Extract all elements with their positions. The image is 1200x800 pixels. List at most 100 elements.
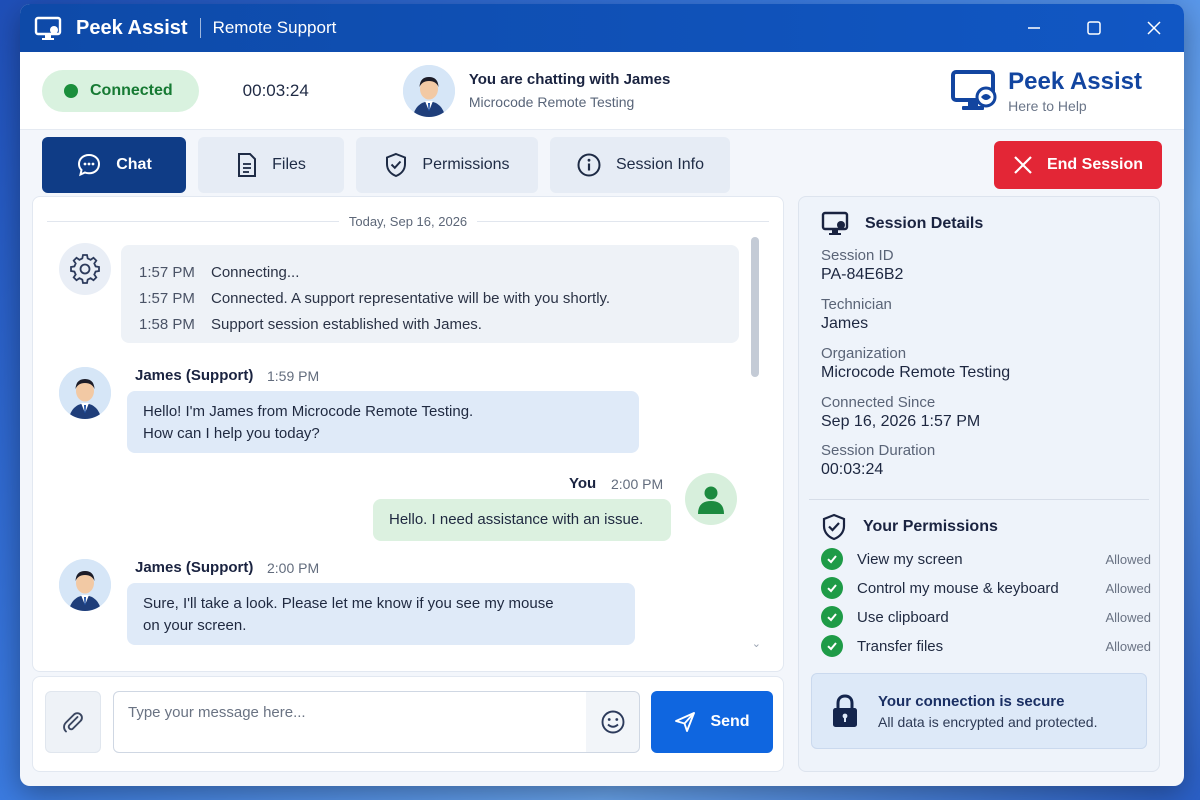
maximize-button[interactable]	[1064, 4, 1124, 52]
app-window: Peek Assist Remote Support Connected 00:…	[20, 4, 1184, 786]
scroll-thumb[interactable]	[751, 237, 759, 377]
window-controls	[1004, 4, 1184, 52]
monitor-icon	[821, 211, 849, 235]
technician-avatar	[402, 64, 455, 117]
end-session-button[interactable]: End Session	[994, 141, 1162, 189]
message-input[interactable]	[113, 691, 587, 753]
system-event-time: 1:57 PM	[139, 263, 195, 281]
tab-permissions-label: Permissions	[422, 156, 510, 173]
close-button[interactable]	[1124, 4, 1184, 52]
detail-label: Session Duration	[821, 442, 936, 459]
detail-connected-since: Connected Since Sep 16, 2026 1:57 PM	[821, 394, 980, 431]
check-icon	[821, 606, 843, 628]
detail-value: 00:03:24	[821, 461, 884, 478]
message-sender: James (Support)	[135, 559, 254, 576]
tab-chat[interactable]: Chat	[42, 137, 186, 193]
session-details-title: Session Details	[865, 215, 984, 232]
system-event-text: Support session established with James.	[211, 315, 482, 333]
brand-logo: Peek Assist Here to Help	[950, 68, 1142, 114]
message-composer: Send	[32, 676, 784, 772]
tab-permissions[interactable]: Permissions	[356, 137, 538, 193]
detail-session-id: Session ID PA-84E6B2	[821, 247, 903, 284]
message-time: 2:00 PM	[611, 476, 664, 492]
detail-value: Microcode Remote Testing	[821, 364, 1011, 381]
status-dot-icon	[64, 83, 78, 98]
tab-files[interactable]: Files	[198, 137, 344, 193]
permission-label: View my screen	[857, 550, 963, 568]
send-button[interactable]: Send	[651, 691, 773, 753]
brand-name: Peek Assist	[1008, 67, 1142, 95]
tab-session-info-label: Session Info	[615, 156, 705, 173]
session-details-header: Session Details	[821, 211, 983, 237]
chat-scrollbar[interactable]	[751, 237, 759, 649]
session-timer: 00:03:24	[242, 80, 309, 100]
title-bar: Peek Assist Remote Support	[20, 4, 1184, 52]
permissions-title: Your Permissions	[863, 518, 998, 535]
maximize-icon	[1087, 21, 1101, 35]
connection-status-badge: Connected	[42, 69, 199, 112]
detail-label: Connected Since	[821, 394, 936, 411]
tab-files-label: Files	[272, 156, 306, 173]
tab-session-info[interactable]: Session Info	[550, 137, 730, 193]
secure-connection-notice: Your connection is secure All data is en…	[811, 673, 1147, 749]
scroll-down-icon[interactable]: ⌄	[752, 637, 761, 650]
message-sender: You	[569, 475, 597, 492]
connection-status-label: Connected	[90, 81, 173, 99]
message-sender: James (Support)	[135, 367, 254, 384]
permission-label: Transfer files	[857, 637, 944, 655]
chat-partner-info: You are chatting with James Microcode Re…	[402, 64, 671, 117]
system-event: 1:57 PM Connecting...	[139, 259, 721, 285]
chat-panel: Today, Sep 16, 2026 1:57 PM Connecting..…	[32, 196, 784, 672]
permission-label: Control my mouse & keyboard	[857, 579, 1059, 597]
permission-item: Use clipboard Allowed	[821, 606, 1151, 628]
secure-title: Your connection is secure	[878, 692, 1065, 710]
panel-divider	[809, 499, 1149, 500]
detail-label: Organization	[821, 345, 907, 362]
end-session-label: End Session	[1046, 156, 1144, 173]
message-bubble: Hello! I'm James from Microcode Remote T…	[127, 391, 639, 453]
permission-status: Allowed	[1105, 551, 1151, 567]
detail-value: Sep 16, 2026 1:57 PM	[821, 413, 981, 430]
message-bubble: Hello. I need assistance with an issue.	[373, 499, 671, 541]
smiley-icon	[601, 710, 624, 734]
message-text: How can I help you today?	[143, 425, 320, 442]
attach-button[interactable]	[45, 691, 101, 753]
emoji-button[interactable]	[586, 691, 640, 753]
title-separator	[199, 18, 201, 38]
user-avatar	[685, 473, 737, 525]
secure-subtitle: All data is encrypted and protected.	[878, 713, 1098, 730]
session-side-panel: Session Details Session ID PA-84E6B2 Tec…	[798, 196, 1160, 772]
monitor-icon	[34, 16, 62, 40]
detail-value: James	[821, 315, 869, 332]
tab-bar: Chat Files Permissions Session Info End …	[20, 130, 1184, 200]
chatting-with-text: You are chatting with James	[468, 71, 671, 88]
check-icon	[821, 548, 843, 570]
shield-icon	[822, 513, 846, 541]
app-subtitle: Remote Support	[212, 18, 337, 37]
main-content: Today, Sep 16, 2026 1:57 PM Connecting..…	[32, 196, 1174, 778]
check-icon	[821, 635, 843, 657]
chat-date: Today, Sep 16, 2026	[348, 213, 468, 229]
tab-chat-label: Chat	[116, 156, 152, 173]
message-time: 2:00 PM	[267, 560, 320, 576]
permission-item: Transfer files Allowed	[821, 635, 1151, 657]
system-event: 1:58 PM Support session established with…	[139, 311, 721, 337]
send-icon	[675, 712, 696, 732]
system-gear-avatar	[59, 243, 111, 295]
permission-status: Allowed	[1105, 609, 1151, 625]
permission-item: Control my mouse & keyboard Allowed	[821, 577, 1151, 599]
detail-label: Technician	[821, 296, 892, 313]
technician-message-avatar	[59, 559, 111, 611]
message-bubble: Sure, I'll take a look. Please let me kn…	[127, 583, 635, 645]
message-time: 1:59 PM	[267, 368, 320, 384]
detail-label: Session ID	[821, 247, 894, 264]
file-icon	[238, 153, 257, 177]
send-label: Send	[710, 713, 750, 730]
minimize-button[interactable]	[1004, 4, 1064, 52]
close-icon	[1147, 21, 1161, 35]
status-header: Connected 00:03:24 You are chatting with…	[20, 52, 1184, 130]
info-icon	[577, 153, 601, 177]
chat-icon	[78, 153, 101, 177]
permission-item: View my screen Allowed	[821, 548, 1151, 570]
permissions-header: Your Permissions	[821, 513, 998, 541]
